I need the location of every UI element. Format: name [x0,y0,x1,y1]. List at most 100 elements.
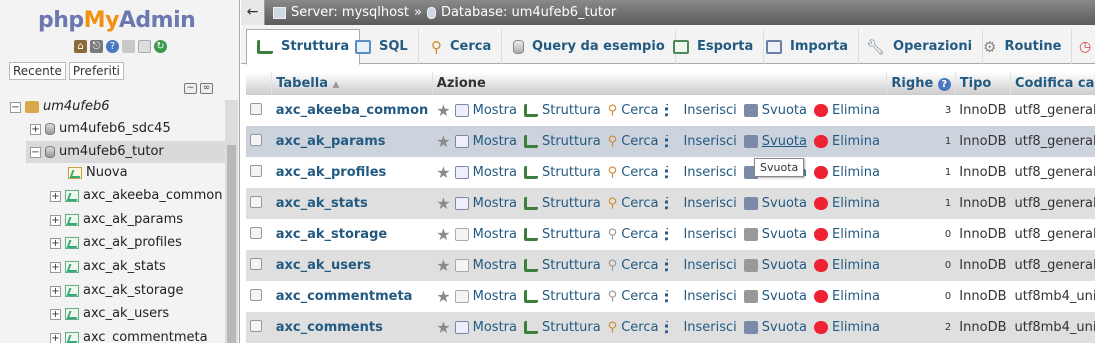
browse-action[interactable]: Mostra [454,227,517,242]
search-action[interactable]: ⚲ Cerca [608,227,659,242]
insert-action[interactable]: Inserisci [665,103,737,118]
structure-action[interactable]: Struttura [523,196,601,211]
favorite-star-icon[interactable]: ★ [436,289,450,305]
row-checkbox[interactable] [250,226,262,239]
expand-icon[interactable]: + [50,308,61,320]
empty-action[interactable]: Svuota [743,258,807,273]
help-icon[interactable]: ? [937,78,951,91]
empty-action[interactable]: Svuota [743,227,807,242]
insert-action[interactable]: Inserisci [665,196,737,211]
nav-scrollbar[interactable] [225,100,238,343]
search-action[interactable]: ⚲ Cerca [608,289,659,304]
search-action[interactable]: ⚲ Cerca [608,165,659,180]
browse-action[interactable]: Mostra [454,289,517,304]
browse-action[interactable]: Mostra [454,134,517,149]
row-checkbox[interactable] [250,195,262,208]
favorite-star-icon[interactable]: ★ [436,258,450,274]
row-checkbox[interactable] [250,257,262,270]
collapse-all-icon[interactable]: − [184,83,197,94]
tree-table[interactable]: + axc_ak_users [50,303,169,325]
row-checkbox[interactable] [250,133,262,146]
tree-table[interactable]: + axc_akeeba_common [50,185,222,207]
structure-action[interactable]: Struttura [523,227,601,242]
drop-action[interactable]: Elimina [814,165,880,180]
tree-table[interactable]: + axc_commentmeta [50,327,208,343]
tab-routine[interactable]: ⚙ Routine [973,29,1073,64]
favorite-star-icon[interactable]: ★ [436,103,450,119]
structure-action[interactable]: Struttura [523,289,601,304]
tree-db-tutor[interactable]: − um4ufeb6_tutor [26,141,226,163]
tree-server[interactable]: − um4ufeb6 [10,96,110,118]
tab-import[interactable]: Importa [756,29,860,64]
empty-action[interactable]: Svuota [743,320,807,335]
structure-action[interactable]: Struttura [523,165,601,180]
search-action[interactable]: ⚲ Cerca [608,320,659,335]
browse-action[interactable]: Mostra [454,196,517,211]
drop-action[interactable]: Elimina [814,227,880,242]
tab-search[interactable]: ⚲ Cerca [421,29,503,64]
browse-action[interactable]: Mostra [454,320,517,335]
row-checkbox[interactable] [250,102,262,115]
insert-action[interactable]: Inserisci [665,289,737,304]
header-collation[interactable]: Codifica caratte [1010,72,1095,95]
expand-icon[interactable]: + [50,261,61,273]
tab-events[interactable]: ◷ [1069,29,1095,64]
structure-action[interactable]: Struttura [523,103,601,118]
drop-action[interactable]: Elimina [814,134,880,149]
structure-action[interactable]: Struttura [523,320,601,335]
tree-table[interactable]: + axc_ak_profiles [50,232,182,254]
browse-action[interactable]: Mostra [454,165,517,180]
insert-action[interactable]: Inserisci [665,165,737,180]
tab-operations[interactable]: 🔧︎ Operazioni [856,29,984,64]
structure-action[interactable]: Struttura [523,258,601,273]
search-action[interactable]: ⚲ Cerca [608,103,659,118]
tree-table[interactable]: + axc_ak_stats [50,256,166,278]
expand-icon[interactable]: + [50,285,61,297]
tree-table[interactable]: + axc_ak_storage [50,280,183,302]
empty-action[interactable]: Svuota [743,103,807,118]
empty-action[interactable]: Svuota [743,289,807,304]
settings-icon[interactable] [138,40,151,53]
browse-action[interactable]: Mostra [454,103,517,118]
table-name-link[interactable]: axc_ak_profiles [276,165,387,180]
breadcrumb-database[interactable]: Database: um4ufeb6_tutor [441,0,616,25]
expand-icon[interactable]: + [50,190,61,202]
reload-icon[interactable]: ↻ [154,40,167,53]
help-icon[interactable]: ? [106,40,119,53]
drop-action[interactable]: Elimina [814,196,880,211]
favorites-button[interactable]: Preferiti [68,62,124,80]
tab-query[interactable]: Query da esempio [503,29,676,64]
favorite-star-icon[interactable]: ★ [436,165,450,181]
expand-icon[interactable]: + [50,237,61,249]
docs-icon[interactable] [122,40,135,53]
table-name-link[interactable]: axc_akeeba_common [276,103,429,118]
favorite-star-icon[interactable]: ★ [436,134,450,150]
row-checkbox[interactable] [250,319,262,332]
expand-icon[interactable]: + [50,332,61,343]
insert-action[interactable]: Inserisci [665,258,737,273]
logout-icon[interactable]: ⎋ [90,40,103,53]
table-name-link[interactable]: axc_ak_params [276,134,386,149]
row-checkbox[interactable] [250,164,262,177]
tab-export[interactable]: Esporta [663,29,765,64]
table-name-link[interactable]: axc_ak_storage [276,227,387,242]
scrollbar-thumb[interactable] [227,145,236,343]
header-rows[interactable]: Righe ? [886,72,956,95]
home-icon[interactable]: ⌂ [74,40,87,53]
favorite-star-icon[interactable]: ★ [436,227,450,243]
favorite-star-icon[interactable]: ★ [436,320,450,336]
table-name-link[interactable]: axc_commentmeta [276,289,413,304]
back-arrow-icon[interactable]: ← [241,0,265,25]
search-action[interactable]: ⚲ Cerca [608,258,659,273]
table-name-link[interactable]: axc_ak_stats [276,196,368,211]
header-type[interactable]: Tipo [955,72,1012,95]
table-name-link[interactable]: axc_ak_users [276,258,371,273]
tree-table[interactable]: + axc_ak_params [50,209,183,231]
drop-action[interactable]: Elimina [814,289,880,304]
search-action[interactable]: ⚲ Cerca [608,134,659,149]
tree-db-sdc45[interactable]: + um4ufeb6_sdc45 [30,118,171,140]
insert-action[interactable]: Inserisci [665,227,737,242]
drop-action[interactable]: Elimina [814,320,880,335]
tree-new-table[interactable]: Nuova [68,162,128,184]
drop-action[interactable]: Elimina [814,258,880,273]
